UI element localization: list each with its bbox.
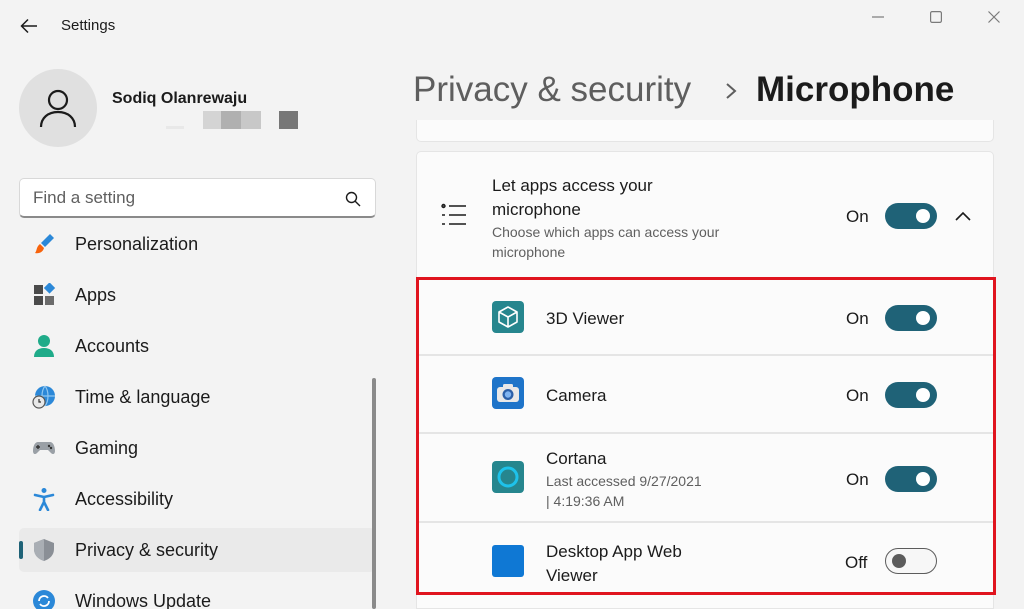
avatar[interactable] — [19, 69, 97, 147]
sidebar-item-label: Time & language — [75, 387, 211, 407]
sidebar-item-accounts[interactable]: Accounts — [19, 324, 375, 368]
chevron-right-icon — [726, 83, 737, 99]
app-toggle-desktop-app-web-viewer[interactable] — [885, 548, 937, 574]
master-toggle[interactable] — [885, 203, 937, 229]
app-last-accessed: Last accessed 9/27/2021 — [546, 473, 702, 489]
toggle-state-label: On — [846, 207, 869, 226]
title-bar: Settings — [0, 0, 1024, 52]
app-row-camera: Camera On — [416, 355, 994, 433]
sidebar-item-label: Gaming — [75, 438, 139, 458]
app-last-accessed-time: | 4:19:36 AM — [546, 493, 625, 509]
app-name: Desktop App Web Viewer — [546, 542, 682, 585]
app-row-cortana: Cortana Last accessed 9/27/2021 | 4:19:3… — [416, 433, 994, 522]
app-toggle-3d-viewer[interactable] — [885, 305, 937, 331]
toggle-knob — [916, 209, 930, 223]
accessibility-icon — [33, 488, 55, 511]
sidebar-item-apps[interactable]: Apps — [19, 273, 375, 317]
app-toggle-cortana[interactable] — [885, 466, 937, 492]
toggle-knob — [916, 311, 930, 325]
toggle-state-label: On — [846, 309, 869, 328]
app-name: 3D Viewer — [546, 309, 625, 328]
sidebar-item-windows-update[interactable]: Windows Update — [19, 579, 375, 609]
globe-clock-icon — [32, 385, 55, 409]
sidebar-nav: Personalization Apps Accounts Time & lan… — [0, 232, 380, 609]
sidebar-item-label: Windows Update — [75, 591, 212, 609]
app-title: Settings — [61, 17, 116, 34]
shield-icon — [34, 539, 54, 561]
app-name: Camera — [546, 386, 607, 405]
previous-setting-card — [416, 120, 994, 142]
toggle-state-label: On — [846, 386, 869, 405]
arrow-left-icon — [20, 18, 37, 34]
toggle-knob — [892, 554, 906, 568]
maximize-button[interactable] — [916, 4, 956, 30]
chevron-up-icon[interactable] — [953, 209, 973, 223]
sidebar-item-label: Apps — [75, 285, 117, 305]
sidebar-scrollbar[interactable] — [372, 378, 376, 609]
toggle-knob — [916, 388, 930, 402]
back-button[interactable] — [14, 12, 44, 40]
breadcrumb-parent[interactable]: Privacy & security — [413, 70, 691, 110]
cortana-icon — [492, 461, 524, 493]
page-title: Microphone — [756, 70, 955, 109]
app-row-3d-viewer: 3D Viewer On — [416, 279, 994, 355]
app-name: Cortana — [546, 449, 607, 468]
setting-description: Choose which apps can access your microp… — [492, 224, 720, 260]
gamepad-icon — [33, 442, 55, 455]
cube-icon — [492, 301, 524, 333]
search-input[interactable] — [33, 186, 333, 210]
sidebar-item-accessibility[interactable]: Accessibility — [19, 477, 375, 521]
close-icon — [988, 11, 1000, 23]
setting-card-app-access[interactable]: Let apps access your microphone Choose w… — [416, 151, 994, 279]
app-row-desktop-app-web-viewer: Desktop App Web Viewer Off — [416, 522, 994, 609]
person-icon — [34, 335, 54, 357]
search-box[interactable] — [19, 178, 376, 218]
sidebar-item-time-language[interactable]: Time & language — [19, 375, 375, 419]
sidebar-item-label: Accessibility — [75, 489, 174, 509]
minimize-icon — [872, 16, 884, 18]
setting-title: Let apps access your microphone — [492, 176, 653, 219]
camera-icon — [492, 377, 524, 409]
webview-icon — [492, 545, 524, 577]
close-button[interactable] — [974, 4, 1014, 30]
app-toggle-camera[interactable] — [885, 382, 937, 408]
toggle-state-label: On — [846, 470, 869, 489]
sidebar-item-personalization[interactable]: Personalization — [19, 232, 375, 266]
list-icon — [441, 203, 466, 225]
minimize-button[interactable] — [858, 4, 898, 30]
apps-icon — [34, 283, 56, 305]
toggle-knob — [916, 472, 930, 486]
person-icon — [39, 89, 77, 128]
brush-icon — [35, 234, 54, 254]
maximize-icon — [930, 11, 942, 23]
search-icon[interactable] — [345, 191, 361, 207]
update-icon — [33, 590, 55, 609]
sidebar-item-label: Privacy & security — [75, 540, 219, 560]
sidebar-item-gaming[interactable]: Gaming — [19, 426, 375, 470]
profile-name: Sodiq Olanrewaju — [112, 90, 248, 107]
sidebar-item-label: Personalization — [75, 234, 199, 254]
sidebar-item-privacy-security[interactable]: Privacy & security — [19, 528, 375, 572]
selection-indicator — [19, 541, 23, 559]
toggle-state-label: Off — [845, 553, 868, 572]
sidebar-item-label: Accounts — [75, 336, 150, 356]
